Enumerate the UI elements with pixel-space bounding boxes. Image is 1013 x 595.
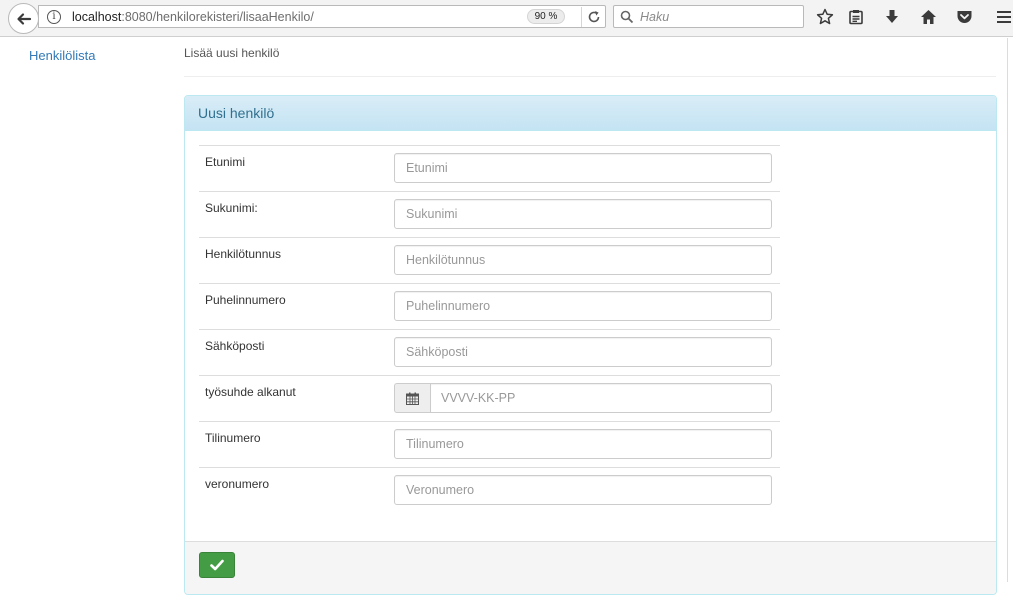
email-input[interactable] xyxy=(394,337,772,367)
form-row-etunimi: Etunimi xyxy=(199,145,780,192)
reload-button[interactable] xyxy=(581,7,605,27)
pocket-icon xyxy=(957,11,971,23)
checkmark-icon xyxy=(210,559,224,571)
search-placeholder: Haku xyxy=(640,10,670,24)
person-form: Etunimi Sukunimi: Henkilötunnus Puhelinn… xyxy=(199,145,780,516)
field-label: työsuhde alkanut xyxy=(199,375,394,422)
divider xyxy=(184,76,996,77)
bookmark-star-button[interactable] xyxy=(813,5,837,29)
form-row-veronumero: veronumero xyxy=(199,467,780,516)
calendar-button[interactable] xyxy=(394,383,430,413)
personal-id-input[interactable] xyxy=(394,245,772,275)
panel-title: Uusi henkilö xyxy=(185,96,996,131)
clipboard-icon xyxy=(849,10,863,25)
zoom-level-badge[interactable]: 90 % xyxy=(527,9,565,24)
first-name-input[interactable] xyxy=(394,153,772,183)
phone-input[interactable] xyxy=(394,291,772,321)
home-button[interactable] xyxy=(916,5,940,29)
page-content: Henkilölista Lisää uusi henkilö Uusi hen… xyxy=(0,38,1013,595)
url-bar[interactable]: i localhost:8080/henkilorekisteri/lisaaH… xyxy=(38,5,606,28)
url-path: :8080/henkilorekisteri/lisaaHenkilo/ xyxy=(121,10,314,24)
date-input-group xyxy=(394,383,772,413)
star-icon xyxy=(816,8,834,25)
form-row-tilinumero: Tilinumero xyxy=(199,421,780,468)
field-label: Etunimi xyxy=(199,145,394,192)
menu-button[interactable] xyxy=(992,5,1013,29)
page-edge xyxy=(1007,38,1008,582)
info-icon[interactable]: i xyxy=(47,10,61,24)
hamburger-menu-icon xyxy=(997,11,1011,23)
form-row-sukunimi: Sukunimi: xyxy=(199,191,780,238)
reading-list-button[interactable] xyxy=(844,5,868,29)
form-row-puhelinnumero: Puhelinnumero xyxy=(199,283,780,330)
form-row-henkilotunnus: Henkilötunnus xyxy=(199,237,780,284)
back-button[interactable] xyxy=(8,3,39,34)
account-number-input[interactable] xyxy=(394,429,772,459)
calendar-icon xyxy=(406,392,419,405)
tax-number-input[interactable] xyxy=(394,475,772,505)
field-label: veronumero xyxy=(199,467,394,516)
field-label: Sukunimi: xyxy=(199,191,394,238)
field-label: Sähköposti xyxy=(199,329,394,376)
search-icon xyxy=(620,10,634,24)
reload-icon xyxy=(588,11,599,23)
browser-toolbar: i localhost:8080/henkilorekisteri/lisaaH… xyxy=(0,0,1013,37)
last-name-input[interactable] xyxy=(394,199,772,229)
back-arrow-icon xyxy=(16,12,31,25)
save-button[interactable] xyxy=(199,552,235,578)
new-person-panel: Uusi henkilö Etunimi Sukunimi: Henkilötu… xyxy=(184,95,997,595)
field-label: Henkilötunnus xyxy=(199,237,394,284)
url-host: localhost xyxy=(72,10,122,24)
start-date-input[interactable] xyxy=(430,383,772,413)
url-text[interactable]: localhost:8080/henkilorekisteri/lisaaHen… xyxy=(72,10,314,24)
form-row-tyosuhde-alkanut: työsuhde alkanut xyxy=(199,375,780,422)
field-label: Puhelinnumero xyxy=(199,283,394,330)
page-title: Lisää uusi henkilö xyxy=(184,46,280,60)
search-bar[interactable]: Haku xyxy=(613,5,804,28)
download-arrow-icon xyxy=(886,10,898,23)
panel-footer xyxy=(185,541,996,594)
downloads-button[interactable] xyxy=(880,5,904,29)
field-label: Tilinumero xyxy=(199,421,394,468)
form-row-sahkoposti: Sähköposti xyxy=(199,329,780,376)
home-icon xyxy=(920,10,936,24)
sidebar-link-henkilolista[interactable]: Henkilölista xyxy=(29,48,95,63)
pocket-button[interactable] xyxy=(952,5,976,29)
